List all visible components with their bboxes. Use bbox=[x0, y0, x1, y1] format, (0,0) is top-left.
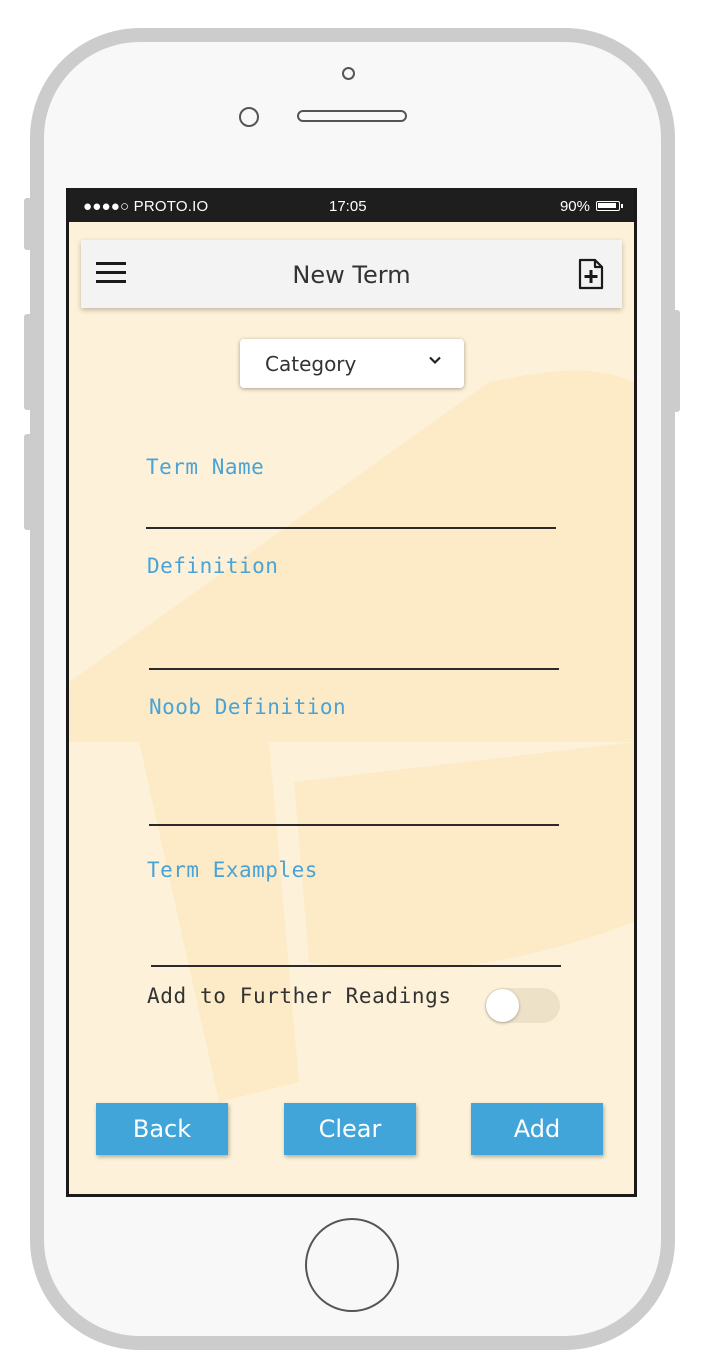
carrier-label: ●●●●○ PROTO.IO bbox=[83, 198, 209, 215]
category-dropdown[interactable]: Category bbox=[240, 339, 464, 388]
term-name-label: Term Name bbox=[146, 455, 265, 479]
sensor-dot bbox=[342, 67, 355, 80]
battery-percentage: 90% bbox=[559, 198, 590, 215]
term-examples-underline bbox=[151, 965, 561, 967]
further-readings-toggle[interactable] bbox=[485, 988, 560, 1023]
status-bar: ●●●●○ PROTO.IO 17:05 90% bbox=[69, 188, 634, 222]
add-button[interactable]: Add bbox=[471, 1103, 603, 1155]
definition-underline bbox=[149, 668, 559, 670]
term-name-input[interactable] bbox=[146, 488, 560, 526]
noob-definition-input[interactable] bbox=[149, 784, 563, 822]
add-document-icon[interactable] bbox=[578, 258, 604, 290]
page-title: New Term bbox=[292, 261, 411, 289]
term-examples-input[interactable] bbox=[151, 926, 565, 964]
definition-input[interactable] bbox=[149, 628, 563, 666]
back-button[interactable]: Back bbox=[96, 1103, 228, 1155]
screen: ●●●●○ PROTO.IO 17:05 90% New Term Catego… bbox=[66, 188, 637, 1197]
front-camera bbox=[239, 107, 259, 127]
home-button[interactable] bbox=[305, 1218, 399, 1312]
noob-definition-label: Noob Definition bbox=[149, 695, 347, 719]
definition-label: Definition bbox=[147, 554, 279, 578]
battery-icon bbox=[596, 201, 623, 211]
chevron-down-icon bbox=[429, 356, 441, 365]
noob-definition-underline bbox=[149, 824, 559, 826]
term-examples-label: Term Examples bbox=[147, 858, 318, 882]
earpiece-speaker bbox=[297, 110, 407, 122]
toggle-knob bbox=[486, 989, 519, 1022]
term-name-underline bbox=[146, 527, 556, 529]
status-time: 17:05 bbox=[329, 198, 367, 215]
clear-button[interactable]: Clear bbox=[284, 1103, 416, 1155]
further-readings-label: Add to Further Readings bbox=[147, 984, 452, 1008]
app-bar: New Term bbox=[81, 240, 622, 308]
category-dropdown-label: Category bbox=[265, 352, 357, 376]
